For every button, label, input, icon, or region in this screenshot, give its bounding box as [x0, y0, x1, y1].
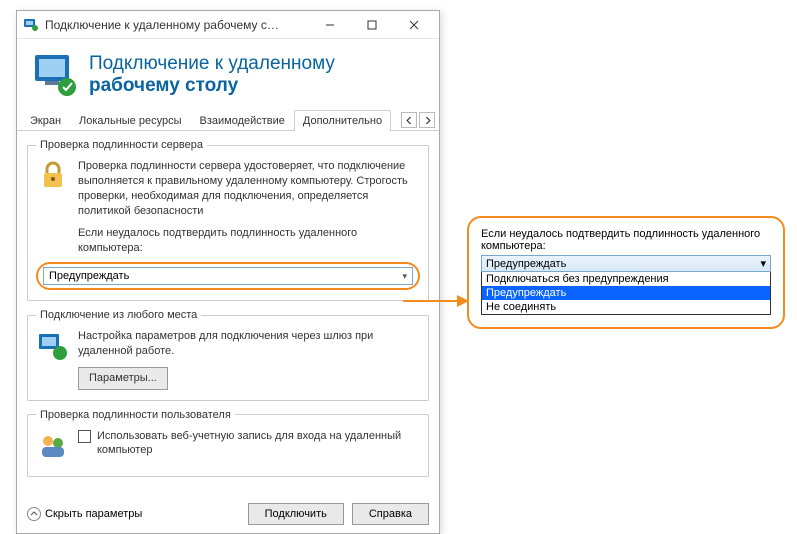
chevron-up-icon	[27, 507, 41, 521]
banner-title: Подключение к удаленному рабочему столу	[89, 53, 335, 97]
window-title: Подключение к удаленному рабочему с…	[45, 18, 309, 32]
titlebar[interactable]: Подключение к удаленному рабочему с…	[17, 11, 439, 39]
server-auth-description: Проверка подлинности сервера удостоверяе…	[78, 159, 420, 218]
gateway-icon	[36, 329, 70, 366]
callout-option[interactable]: Предупреждать	[482, 286, 770, 300]
minimize-button[interactable]	[309, 12, 351, 38]
tab-local-resources[interactable]: Локальные ресурсы	[70, 110, 190, 131]
web-account-checkbox[interactable]: Использовать веб-учетную запись для вход…	[78, 429, 420, 459]
tab-screen[interactable]: Экран	[21, 110, 70, 131]
gateway-settings-button[interactable]: Параметры...	[78, 367, 168, 390]
callout-dropdown[interactable]: Предупреждать ▾	[481, 255, 771, 272]
callout-arrow-icon	[403, 300, 467, 302]
dropdown-highlight: Предупреждать ▾	[36, 262, 420, 290]
server-auth-prompt: Если неудалось подтвердить подлинность у…	[78, 226, 420, 256]
close-button[interactable]	[393, 12, 435, 38]
app-icon	[23, 17, 39, 33]
rdc-window: Подключение к удаленному рабочему с… Под…	[16, 10, 440, 534]
help-button[interactable]: Справка	[352, 503, 429, 525]
hide-options-link[interactable]: Скрыть параметры	[27, 507, 142, 521]
tabstrip: Экран Локальные ресурсы Взаимодействие Д…	[17, 109, 439, 131]
chevron-down-icon: ▾	[402, 271, 407, 282]
tab-interaction[interactable]: Взаимодействие	[190, 110, 293, 131]
dropdown-selected-label: Предупреждать	[49, 270, 129, 282]
checkbox-box	[78, 430, 91, 443]
tab-content: Проверка подлинности сервера Проверка по…	[17, 131, 439, 495]
lock-icon	[36, 159, 70, 196]
users-icon	[36, 429, 70, 466]
group-gateway-legend: Подключение из любого места	[36, 309, 201, 321]
maximize-button[interactable]	[351, 12, 393, 38]
checkbox-label: Использовать веб-учетную запись для вход…	[97, 429, 420, 459]
callout-selected-label: Предупреждать	[486, 258, 566, 270]
chevron-down-icon: ▾	[760, 257, 766, 270]
group-server-auth: Проверка подлинности сервера Проверка по…	[27, 139, 429, 301]
callout-option[interactable]: Подключаться без предупреждения	[482, 272, 770, 286]
rdc-logo-icon	[31, 51, 79, 99]
callout-options-list: Подключаться без предупреждения Предупре…	[481, 272, 771, 315]
group-gateway: Подключение из любого места Настройка па…	[27, 309, 429, 401]
group-user-auth: Проверка подлинности пользователя Исполь…	[27, 409, 429, 477]
callout-prompt: Если неудалось подтвердить подлинность у…	[481, 228, 771, 252]
gateway-description: Настройка параметров для подключения чер…	[78, 329, 420, 359]
group-user-auth-legend: Проверка подлинности пользователя	[36, 409, 235, 421]
tab-scroll	[401, 112, 435, 130]
banner: Подключение к удаленному рабочему столу	[17, 39, 439, 109]
tab-advanced[interactable]: Дополнительно	[294, 110, 391, 131]
tab-scroll-left[interactable]	[401, 112, 417, 128]
dropdown-callout: Если неудалось подтвердить подлинность у…	[467, 216, 785, 329]
connect-button[interactable]: Подключить	[248, 503, 344, 525]
footer: Скрыть параметры Подключить Справка	[17, 495, 439, 533]
callout-option[interactable]: Не соединять	[482, 300, 770, 314]
tab-scroll-right[interactable]	[419, 112, 435, 128]
group-server-auth-legend: Проверка подлинности сервера	[36, 139, 207, 151]
auth-fail-dropdown[interactable]: Предупреждать ▾	[43, 267, 413, 285]
